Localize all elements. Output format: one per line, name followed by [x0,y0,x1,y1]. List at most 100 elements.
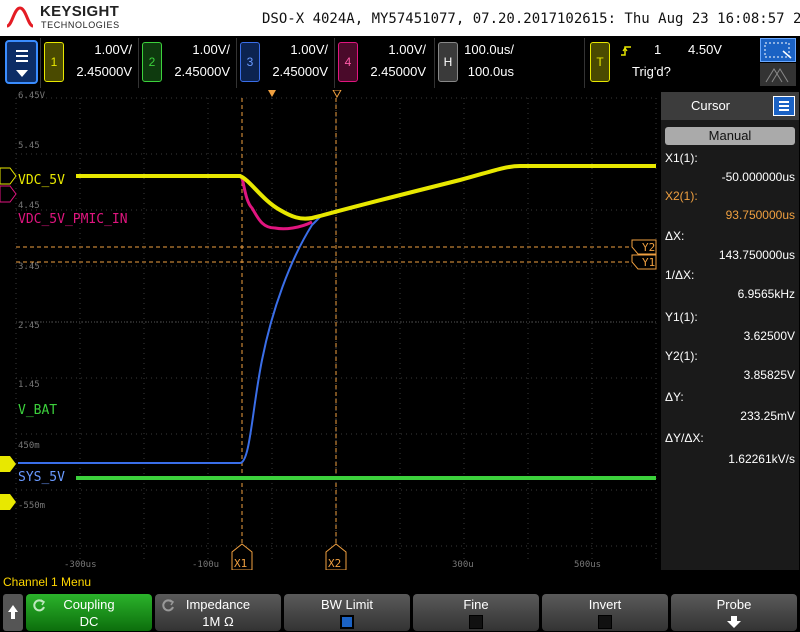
delta-y-name: ΔY: [665,390,684,404]
arrow-up-icon [8,605,18,619]
time-label: -300us [64,560,97,570]
trace-vdc-5v-pmic-overlay [76,164,656,221]
probe-softkey[interactable]: Probe [671,594,797,631]
trace-vdc-5v [76,164,656,221]
bw-limit-softkey[interactable]: BW Limit [284,594,410,631]
ch4-offset-marker [0,185,17,203]
channel-bar: 1 1.00V/ 2.45000V 2 1.00V/ 2.45000V 3 1.… [0,36,800,90]
cursor-y2-value: 3.85825V [743,368,795,382]
cursor-y1-label[interactable]: Y1 [642,256,655,269]
volt-label: 3.45 [18,262,40,272]
acquire-mode-button[interactable] [760,38,796,86]
channel-2-key[interactable]: 2 [142,42,162,82]
inverse-delta-x-value: 6.9565kHz [737,287,795,301]
divider [138,38,139,88]
delta-y-over-delta-x-value: 1.62261kV/s [728,452,795,466]
edge-mode-icon [760,63,796,86]
bw-limit-label: BW Limit [321,597,373,612]
brand-subtitle: TECHNOLOGIES [41,20,120,30]
volt-label: 5.45 [18,141,40,151]
delta-y-value: 233.25mV [740,409,795,423]
instrument-title: DSO-X 4024A, MY57451077, 07.20.201710261… [262,11,800,27]
keysight-logo: KEYSIGHT TECHNOLOGIES [4,2,134,34]
delta-x-value: 143.750000us [718,248,795,262]
channel-2-offset: 2.45000V [174,64,230,79]
time-label: 500us [574,560,602,570]
cursor-panel-header: Cursor [661,92,799,120]
panel-list-icon[interactable] [773,96,795,116]
chevron-down-icon [16,70,28,77]
cursor-x1-name: X1(1): [665,151,698,165]
channel-1-scale: 1.00V/ [94,42,132,57]
trigger-source: 1 [654,42,662,57]
delay-marker [332,90,342,99]
cursor-mode-button[interactable]: Manual [665,127,795,145]
divider [584,38,585,88]
waveform-display[interactable]: 6.45V 5.45 4.45 3.45 2.45 1.45 450m -550… [0,90,660,570]
zoom-select-icon [760,38,796,62]
label-vdc-5v: VDC_5V [18,173,65,188]
label-sys-5v: SYS_5V [18,470,65,485]
impedance-label: Impedance [185,597,251,612]
cursor-x1-value: -50.000000us [721,170,795,184]
divider [434,38,435,88]
label-vdc-5v-pmic-in: VDC_5V_PMIC_IN [18,212,128,227]
channel-3-key[interactable]: 3 [240,42,260,82]
menu-icon [16,50,28,64]
ch1-offset-marker [0,167,17,185]
impedance-softkey[interactable]: Impedance 1M Ω [155,594,281,631]
divider [236,38,237,88]
volt-label: 450m [18,441,40,451]
volt-label: 1.45 [18,380,40,390]
channel-4-key[interactable]: 4 [338,42,358,82]
graticule [0,90,657,570]
impedance-value: 1M Ω [202,614,234,629]
keysight-wave-icon [6,6,34,28]
ch1-ground-marker-2 [0,494,16,510]
cursor-x1-label[interactable]: X1 [234,557,247,570]
channel-1-offset: 2.45000V [76,64,132,79]
volt-label: -550m [18,501,46,511]
timebase-delay: 100.0us [467,64,514,79]
trace-sys-5v [18,216,321,464]
time-label: -100u [192,560,220,570]
cursor-x2-label[interactable]: X2 [328,557,341,570]
ch1-ground-marker [0,456,16,472]
volt-label: 6.45V [18,91,46,101]
trigger-status: Trig'd? [632,64,671,79]
fine-softkey[interactable]: Fine [413,594,539,631]
cursor-panel: Cursor Manual X1(1): -50.000000us X2(1):… [661,92,799,570]
back-button[interactable] [3,594,23,631]
channel-3-offset: 2.45000V [272,64,328,79]
header-bar: KEYSIGHT TECHNOLOGIES DSO-X 4024A, MY574… [0,0,800,36]
trigger-key[interactable]: T [590,42,610,82]
fine-checkbox[interactable] [469,615,483,629]
invert-checkbox[interactable] [598,615,612,629]
invert-softkey[interactable]: Invert [542,594,668,631]
coupling-value: DC [79,614,99,629]
channel-3-scale: 1.00V/ [290,42,328,57]
main-menu-button[interactable] [5,40,38,84]
cursor-y2-label[interactable]: Y2 [642,241,655,254]
submenu-arrow-down-icon [727,616,741,628]
cursor-y1-value: 3.62500V [743,329,795,343]
probe-label: Probe [716,597,752,612]
inverse-delta-x-name: 1/ΔX: [665,268,695,282]
volt-label: 4.45 [18,201,40,211]
channel-2-scale: 1.00V/ [192,42,230,57]
delta-x-name: ΔX: [665,229,685,243]
coupling-label: Coupling [63,597,115,612]
coupling-softkey[interactable]: Coupling DC [26,594,152,631]
brand-name: KEYSIGHT [40,3,120,20]
menu-title: Channel 1 Menu [3,575,92,589]
cursor-x2-name: X2(1): [665,189,698,203]
cursor-y1-name: Y1(1): [665,310,698,324]
bw-limit-checkbox[interactable] [340,615,354,629]
label-v-bat: V_BAT [18,403,58,418]
softkey-bar: Coupling DC Impedance 1M Ω BW Limit Fine… [0,592,800,632]
divider [334,38,335,88]
time-label: 300u [452,560,474,570]
cursor-panel-title: Cursor [691,98,731,113]
trigger-level: 4.50V [688,42,722,57]
channel-1-key[interactable]: 1 [44,42,64,82]
